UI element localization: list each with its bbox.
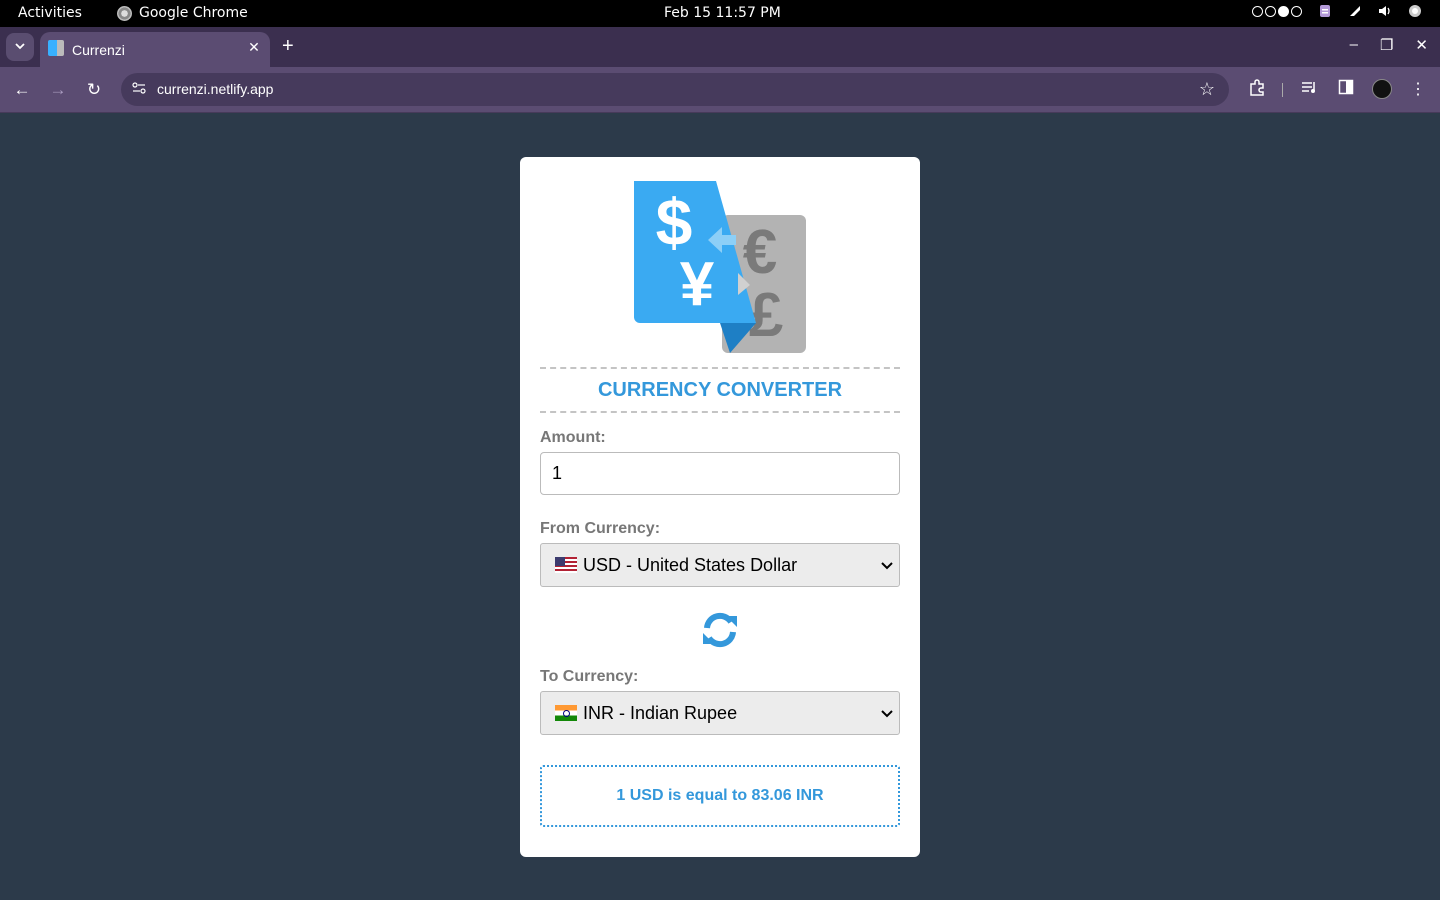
workspace-dot	[1265, 5, 1276, 17]
maximize-icon[interactable]: ❐	[1380, 36, 1393, 54]
tab-search-button[interactable]	[6, 33, 34, 61]
reload-icon[interactable]: ↻	[83, 79, 105, 101]
chrome-icon	[117, 5, 132, 21]
url-text: currenzi.netlify.app	[157, 81, 274, 97]
from-currency-label: From Currency:	[540, 520, 661, 537]
browser-toolbar: ← → ↻ currenzi.netlify.app ☆ ⋮	[0, 67, 1440, 113]
workspace-dot	[1252, 5, 1263, 17]
conversion-result: 1 USD is equal to 83.06 INR	[540, 765, 900, 827]
tab-strip: Currenzi ✕ + – ❐ ✕	[0, 27, 1440, 67]
network-icon[interactable]	[1348, 4, 1362, 18]
workspace-dot-active	[1278, 5, 1289, 17]
back-icon[interactable]: ←	[11, 79, 33, 101]
activities-button[interactable]: Activities	[18, 5, 82, 21]
clipboard-icon[interactable]	[1318, 4, 1332, 18]
swap-currencies-icon[interactable]	[700, 610, 740, 650]
app-menu[interactable]: Google Chrome	[117, 5, 248, 21]
svg-text:€: €	[743, 218, 777, 287]
tab-currenzi[interactable]: Currenzi ✕	[40, 32, 270, 67]
amount-input[interactable]	[540, 452, 900, 495]
converter-card: € £ $ ¥ CURRENCY CONVERTER Amount: From …	[520, 157, 920, 857]
currency-exchange-logo: € £ $ ¥	[634, 181, 806, 353]
side-panel-icon[interactable]	[1336, 79, 1356, 102]
bookmark-star-icon[interactable]: ☆	[1199, 79, 1215, 100]
chevron-down-icon	[15, 43, 25, 50]
close-window-icon[interactable]: ✕	[1415, 36, 1428, 54]
from-currency-select[interactable]: USD - United States Dollar	[540, 543, 900, 587]
page-title: CURRENCY CONVERTER	[597, 379, 843, 401]
us-flag-icon	[555, 557, 577, 573]
address-bar[interactable]: currenzi.netlify.app ☆	[121, 73, 1229, 106]
chevron-down-icon	[881, 710, 893, 718]
power-icon[interactable]	[1408, 4, 1422, 18]
minimize-icon[interactable]: –	[1350, 36, 1358, 54]
india-flag-icon	[555, 705, 577, 721]
tab-close-icon[interactable]: ✕	[246, 39, 262, 56]
chevron-down-icon	[881, 562, 893, 570]
clock[interactable]: Feb 15 11:57 PM	[664, 5, 781, 21]
divider-top	[540, 367, 900, 369]
svg-text:¥: ¥	[680, 250, 715, 319]
divider-bottom	[540, 411, 900, 413]
toolbar-separator	[1282, 83, 1283, 97]
profile-avatar[interactable]	[1372, 79, 1392, 99]
volume-icon[interactable]	[1378, 4, 1392, 18]
svg-text:$: $	[656, 185, 693, 259]
media-control-icon[interactable]	[1300, 79, 1320, 102]
new-tab-button[interactable]: +	[282, 35, 294, 57]
tab-title: Currenzi	[72, 42, 125, 58]
from-currency-value: USD - United States Dollar	[583, 554, 798, 575]
to-currency-value: INR - Indian Rupee	[583, 702, 738, 723]
svg-text:£: £	[749, 281, 783, 350]
system-top-bar: Activities Google Chrome Feb 15 11:57 PM	[0, 0, 1440, 27]
workspace-dot	[1291, 5, 1302, 17]
forward-icon[interactable]: →	[47, 79, 69, 101]
amount-label: Amount:	[540, 429, 606, 446]
extensions-icon[interactable]	[1247, 79, 1267, 104]
to-currency-select[interactable]: INR - Indian Rupee	[540, 691, 900, 735]
app-name: Google Chrome	[139, 5, 248, 21]
more-menu-icon[interactable]: ⋮	[1408, 79, 1428, 101]
window-controls: – ❐ ✕	[1350, 36, 1428, 54]
system-tray[interactable]	[1252, 4, 1422, 18]
site-info-icon[interactable]	[131, 82, 147, 96]
workspace-indicator[interactable]	[1252, 5, 1302, 17]
currenzi-favicon	[48, 40, 64, 56]
to-currency-label: To Currency:	[540, 668, 639, 685]
